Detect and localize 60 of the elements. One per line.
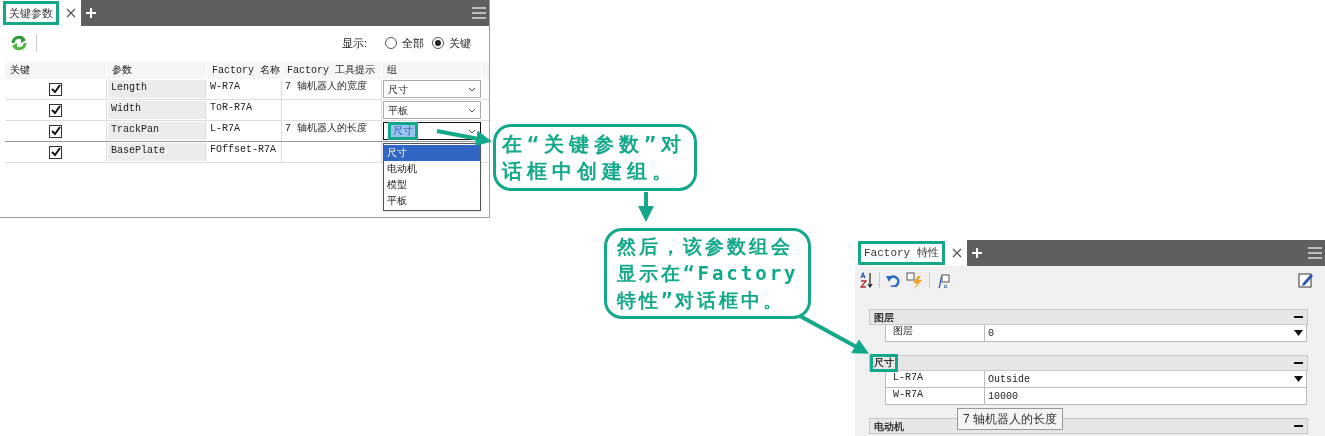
table-cell: TrackPan: [111, 124, 159, 135]
show-label: 显示:: [341, 35, 367, 51]
table-cell: Length: [111, 82, 147, 93]
radio-button[interactable]: 关键: [432, 34, 471, 52]
table-cell: 7 轴机器人的长度: [285, 123, 367, 134]
tooltip: 7 轴机器人的长度: [957, 408, 1063, 430]
collapse-icon[interactable]: [1294, 315, 1303, 319]
table-cell: 7 轴机器人的宽度: [285, 81, 367, 92]
table-cell: W-R7A: [210, 81, 240, 92]
close-icon[interactable]: [65, 7, 77, 19]
close-icon[interactable]: [950, 247, 963, 259]
sort-icon[interactable]: [860, 272, 873, 288]
section-header: 电动机: [874, 419, 904, 434]
dropdown-option[interactable]: 平板: [384, 193, 480, 209]
property-value: 0: [988, 326, 994, 341]
callout-arrow: [638, 192, 654, 222]
menu-icon[interactable]: [472, 7, 486, 19]
table-cell: ToR-R7A: [210, 102, 252, 113]
table-cell: Width: [111, 103, 141, 114]
refresh-icon[interactable]: [10, 34, 28, 52]
property-value: 10000: [988, 389, 1018, 404]
chevron-icon[interactable]: [468, 107, 476, 113]
property-name: 图层: [886, 325, 985, 341]
tab[interactable]: 关键参数: [0, 0, 81, 26]
undo-icon[interactable]: [886, 273, 900, 287]
column-header: 关键: [5, 62, 107, 79]
property-name: W-R7A: [886, 388, 985, 404]
property-value: Outside: [988, 372, 1030, 387]
formula-icon[interactable]: [936, 271, 950, 289]
table-cell: L-R7A: [210, 123, 240, 134]
group-dropdown[interactable]: 平板: [383, 101, 481, 119]
callout-arrow: [799, 314, 869, 354]
dropdown-option[interactable]: 电动机: [384, 161, 480, 177]
add-tab-icon[interactable]: [86, 8, 96, 18]
group-dropdown[interactable]: 尺寸: [383, 80, 481, 98]
column-header: Factory 名称: [207, 62, 282, 79]
table-cell: FOffset-R7A: [210, 144, 276, 155]
radio-button[interactable]: 全部: [385, 34, 424, 52]
table-cell: BasePlate: [111, 145, 165, 156]
dropdown-arrow-icon[interactable]: [1294, 330, 1303, 336]
dropdown-option[interactable]: 尺寸: [384, 145, 480, 161]
callout: 在“关键参数”对话框中创建组。: [493, 124, 697, 191]
column-header: Factory 工具提示: [282, 62, 382, 79]
lightning-icon[interactable]: [906, 271, 923, 289]
chevron-icon[interactable]: [468, 86, 476, 92]
dropdown-arrow-icon[interactable]: [1294, 376, 1303, 382]
edit-icon[interactable]: [1298, 272, 1314, 288]
dropdown-option[interactable]: 模型: [384, 177, 480, 193]
collapse-icon[interactable]: [1294, 361, 1303, 365]
property-name: L-R7A: [886, 371, 985, 387]
tab[interactable]: Factory 特性: [855, 240, 967, 266]
callout-arrow: [436, 129, 492, 147]
column-header: 组: [382, 62, 482, 79]
add-tab-icon[interactable]: [971, 248, 982, 258]
chevron-icon[interactable]: [468, 128, 476, 134]
collapse-icon[interactable]: [1294, 424, 1303, 428]
callout: 然后，该参数组会显示在“Factory 特性”对话框中。: [604, 228, 811, 319]
column-header: 参数: [107, 62, 207, 79]
menu-icon[interactable]: [1308, 247, 1322, 259]
section-header: 图层: [874, 310, 894, 325]
